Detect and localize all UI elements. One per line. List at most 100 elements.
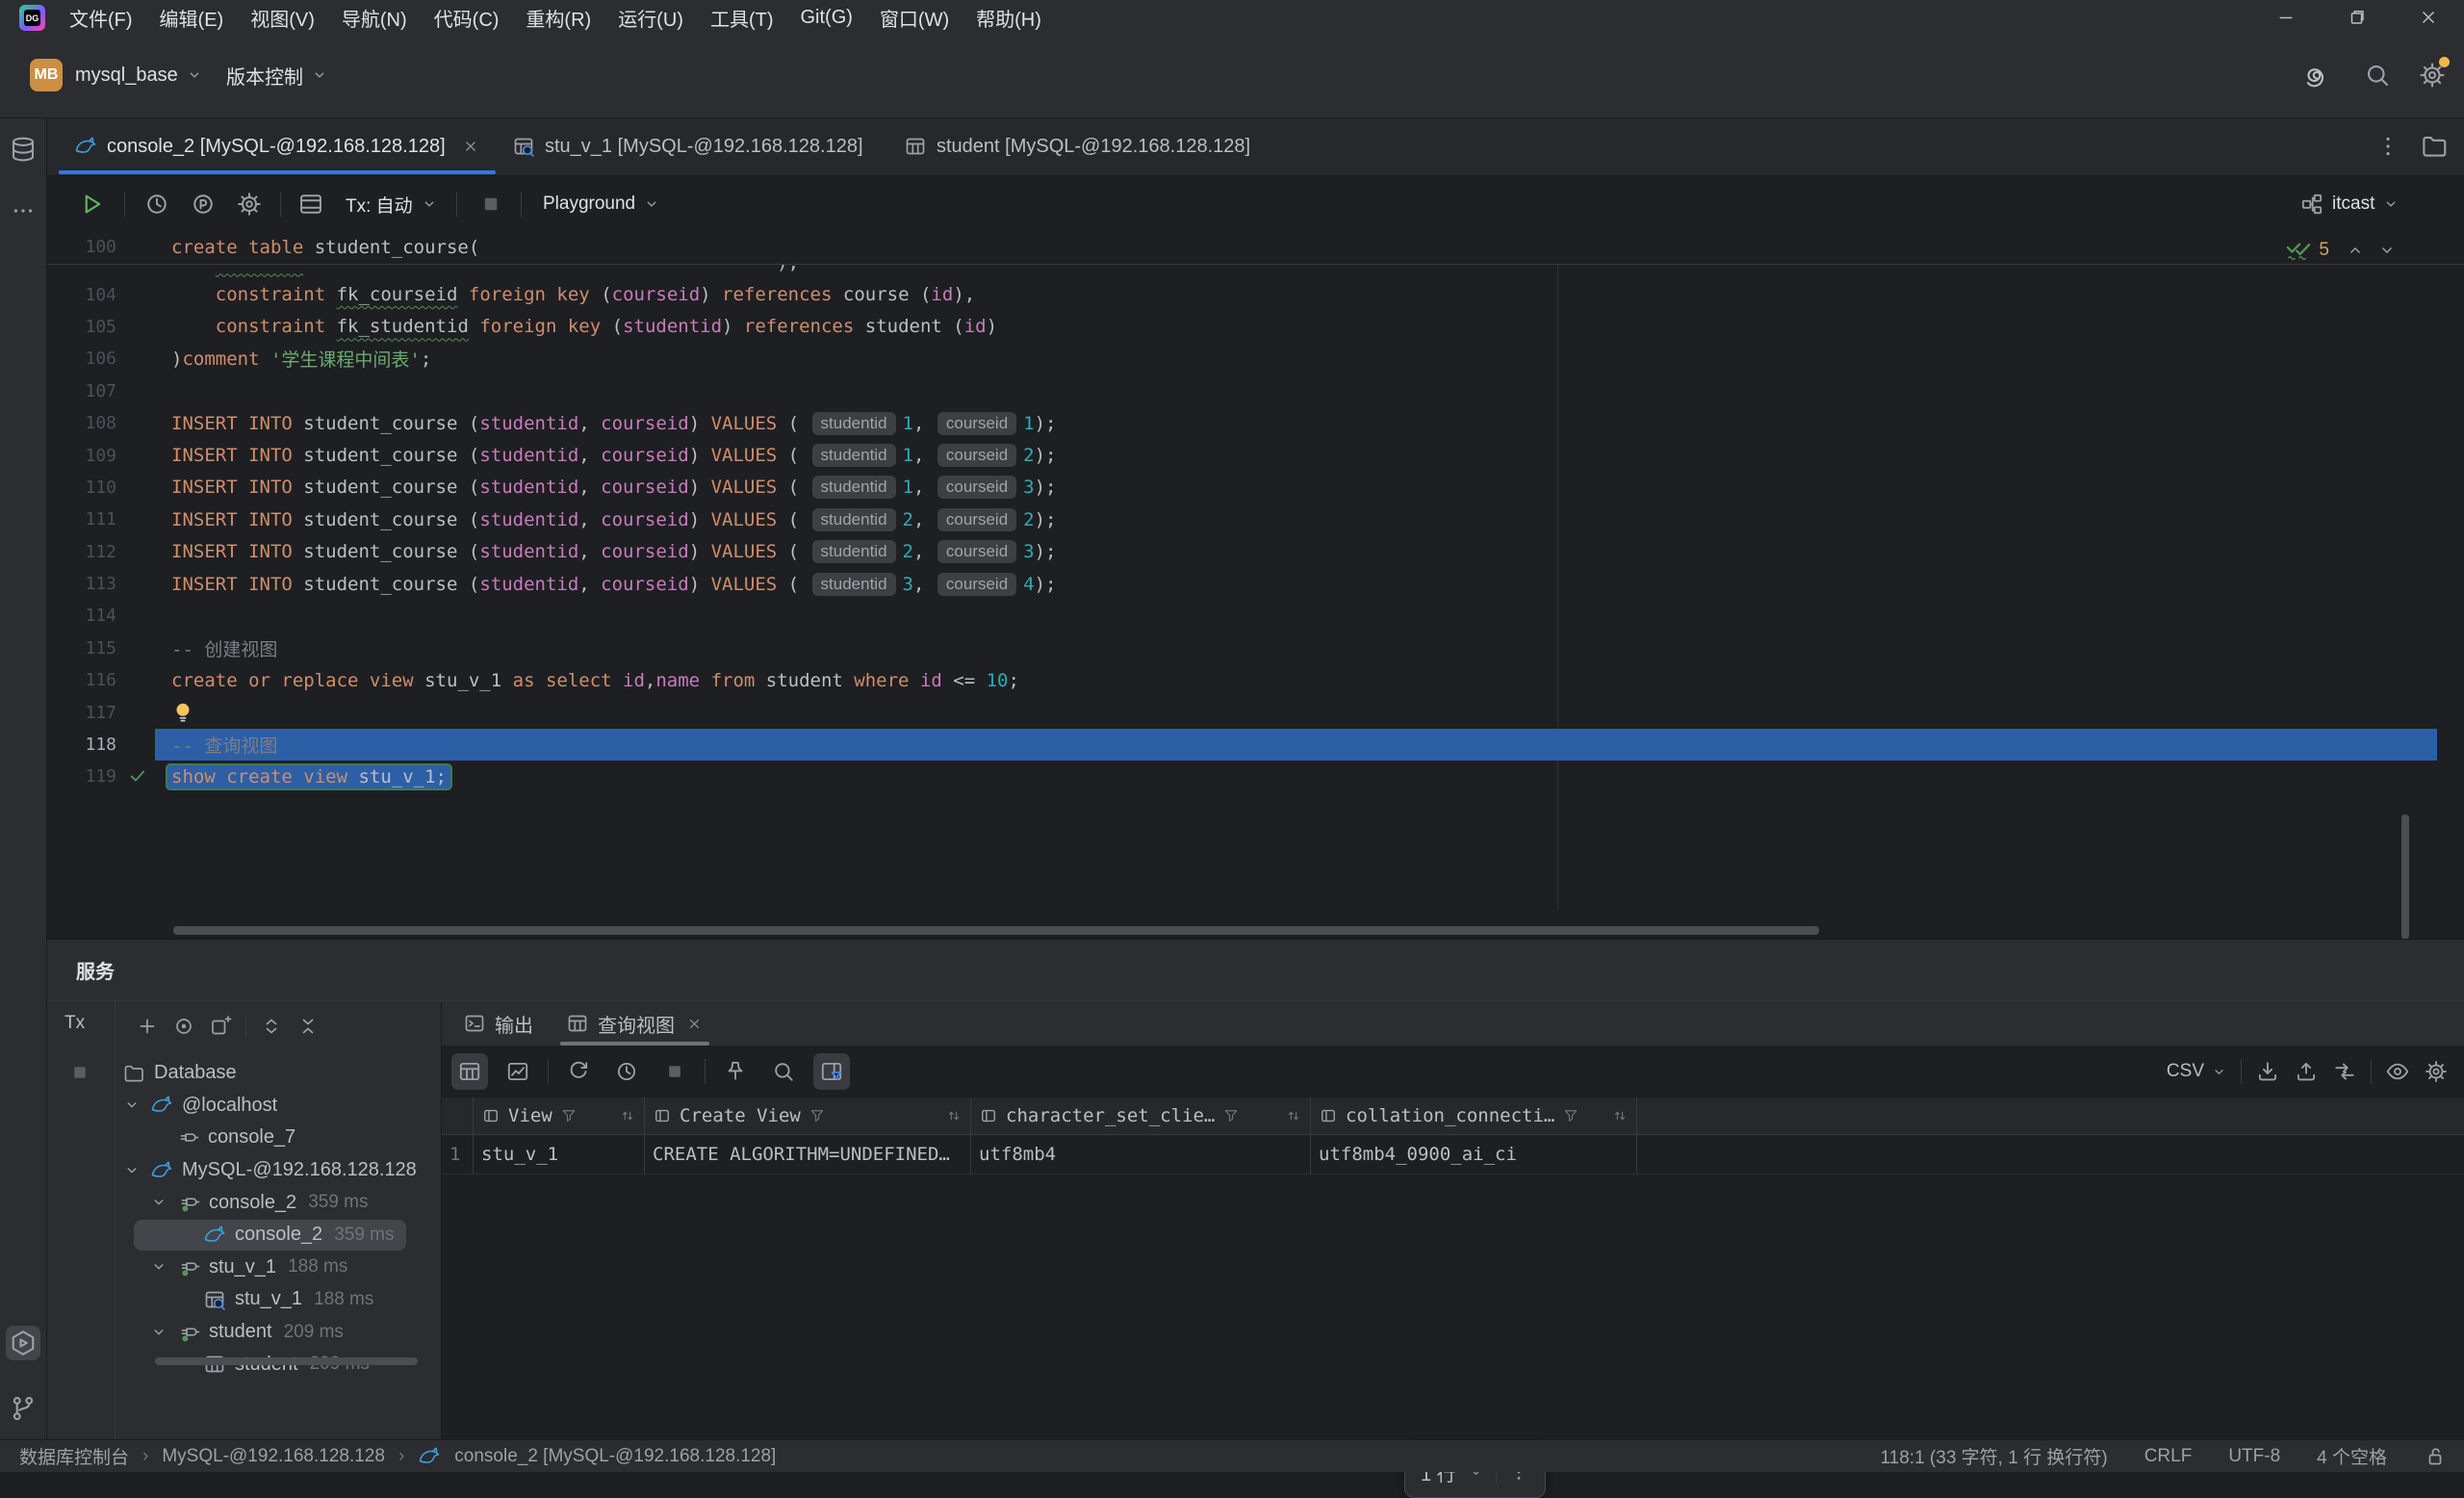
code-line[interactable]: 117: [47, 696, 2464, 728]
add-button[interactable]: [136, 1015, 159, 1038]
settings-button[interactable]: [2418, 59, 2447, 91]
line-separator[interactable]: CRLF: [2144, 1446, 2193, 1467]
compare-button[interactable]: [2332, 1059, 2357, 1084]
chevron-down-icon[interactable]: [149, 1193, 168, 1212]
tree-item-console_2[interactable]: console_2359 ms: [115, 1219, 441, 1252]
sort-icon[interactable]: [1611, 1107, 1629, 1124]
expand-all-button[interactable]: [260, 1015, 283, 1038]
chevron-down-icon[interactable]: [149, 1257, 168, 1277]
code-line[interactable]: 119show create view stu_v_1;: [47, 761, 2464, 792]
show-services-button[interactable]: [172, 1015, 195, 1038]
results-tab[interactable]: 输出: [463, 1001, 533, 1046]
breadcrumb-item[interactable]: MySQL-@192.168.128.128: [162, 1446, 385, 1467]
close-button[interactable]: [2393, 0, 2464, 35]
code-line[interactable]: 107: [47, 375, 2464, 407]
chevron-down-icon[interactable]: [122, 1161, 141, 1180]
menu-item[interactable]: Git(G): [787, 0, 866, 35]
inspections-widget[interactable]: 5: [2285, 237, 2397, 264]
filter-icon[interactable]: [560, 1107, 578, 1124]
open-console-button[interactable]: [209, 1015, 232, 1038]
parameters-button[interactable]: [190, 189, 217, 220]
grid-column-header[interactable]: Create View: [645, 1098, 971, 1134]
stop-query-button[interactable]: [656, 1053, 693, 1090]
tree-item-stu_v_1[interactable]: stu_v_1188 ms: [115, 1283, 441, 1316]
tree-item-console_2[interactable]: console_2359 ms: [115, 1186, 441, 1219]
collapse-all-button[interactable]: [296, 1015, 320, 1038]
find-button[interactable]: [765, 1053, 802, 1090]
tab-options-button[interactable]: [2375, 134, 2400, 159]
code-line[interactable]: 112INSERT INTO student_course (studentid…: [47, 536, 2464, 568]
project-selector[interactable]: mysql_base: [75, 59, 203, 91]
chevron-down-icon[interactable]: [122, 1096, 141, 1115]
menu-item[interactable]: 文件(F): [56, 0, 146, 35]
filter-icon[interactable]: [1562, 1107, 1579, 1124]
breadcrumb-item[interactable]: 数据库控制台: [19, 1443, 129, 1469]
grid-cell[interactable]: CREATE ALGORITHM=UNDEFINED…: [645, 1135, 971, 1174]
filter-icon[interactable]: [808, 1107, 826, 1124]
playground-selector[interactable]: Playground: [543, 189, 660, 220]
file-encoding[interactable]: UTF-8: [2228, 1446, 2280, 1467]
query-history-button[interactable]: [608, 1053, 645, 1090]
tx-toggle-button[interactable]: Tx: [64, 1013, 85, 1034]
pin-tab-button[interactable]: [717, 1053, 754, 1090]
export-format-selector[interactable]: CSV: [2167, 1061, 2227, 1082]
tree-item-MySQL@192.168.128.128[interactable]: MySQL-@192.168.128.128: [115, 1154, 441, 1187]
project-files-button[interactable]: [2420, 132, 2449, 161]
close-icon[interactable]: [685, 1015, 704, 1033]
chevron-down-icon[interactable]: [149, 1323, 168, 1342]
view-options-button[interactable]: [2385, 1059, 2410, 1084]
code-line[interactable]: 105 constraint fk_studentid foreign key …: [47, 311, 2464, 343]
console-settings-button[interactable]: [236, 189, 263, 220]
menu-item[interactable]: 重构(R): [512, 0, 604, 35]
menu-item[interactable]: 运行(U): [604, 0, 697, 35]
code-line[interactable]: 108INSERT INTO student_course (studentid…: [47, 407, 2464, 439]
tree-item-stu_v_1[interactable]: stu_v_1188 ms: [115, 1252, 441, 1284]
menu-item[interactable]: 导航(N): [328, 0, 421, 35]
grid-cell[interactable]: utf8mb4_0900_ai_ci: [1311, 1135, 1637, 1174]
export-download-button[interactable]: [2255, 1059, 2280, 1084]
vertical-scrollbar[interactable]: [2401, 814, 2409, 939]
in-editor-results-button[interactable]: [297, 189, 324, 220]
ai-assistant-button[interactable]: [2302, 59, 2331, 91]
tree-item-Database[interactable]: Database: [115, 1057, 441, 1090]
table-view-button[interactable]: [451, 1053, 488, 1090]
grid-column-header[interactable]: character_set_clie…: [971, 1098, 1311, 1134]
search-everywhere-button[interactable]: [2363, 59, 2392, 91]
grid-settings-button[interactable]: [2424, 1059, 2449, 1084]
breadcrumb-item[interactable]: console_2 [MySQL-@192.168.128.128]: [454, 1446, 776, 1467]
vcs-widget[interactable]: 版本控制: [226, 59, 328, 91]
code-line[interactable]: 100create table student_course(: [47, 231, 2464, 263]
editor-tab[interactable]: student [MySQL-@192.168.128.128]: [886, 118, 1268, 174]
grid-column-header[interactable]: collation_connecti…: [1311, 1098, 1637, 1134]
menu-item[interactable]: 窗口(W): [866, 0, 962, 35]
menu-item[interactable]: 工具(T): [697, 0, 787, 35]
history-button[interactable]: [143, 189, 170, 220]
code-line[interactable]: 115-- 创建视图: [47, 633, 2464, 664]
maximize-button[interactable]: [2322, 0, 2393, 35]
tree-item-@localhost[interactable]: @localhost: [115, 1090, 441, 1123]
stop-button[interactable]: [478, 189, 503, 220]
menu-item[interactable]: 视图(V): [237, 0, 328, 35]
close-icon[interactable]: [461, 137, 480, 156]
indent-style[interactable]: 4 个空格: [2317, 1443, 2387, 1469]
code-line[interactable]: 116create or replace view stu_v_1 as sel…: [47, 664, 2464, 696]
sort-icon[interactable]: [1285, 1107, 1302, 1124]
code-line[interactable]: 118-- 查询视图: [47, 729, 2464, 761]
intention-bulb-icon[interactable]: [170, 700, 195, 725]
grid-cell[interactable]: utf8mb4: [971, 1135, 1311, 1174]
code-line[interactable]: 104 constraint fk_courseid foreign key (…: [47, 278, 2464, 310]
editor-tab[interactable]: stu_v_1 [MySQL-@192.168.128.128]: [495, 118, 881, 174]
git-toolwindow-button[interactable]: [6, 1391, 40, 1426]
code-line[interactable]: 110INSERT INTO student_course (studentid…: [47, 472, 2464, 504]
unlock-icon[interactable]: [2424, 1445, 2447, 1468]
reload-button[interactable]: [560, 1053, 597, 1090]
sort-icon[interactable]: [945, 1107, 962, 1124]
menu-item[interactable]: 编辑(E): [146, 0, 238, 35]
minimize-button[interactable]: [2250, 0, 2322, 35]
run-button[interactable]: [78, 189, 105, 220]
import-upload-button[interactable]: [2294, 1059, 2319, 1084]
stop-all-button[interactable]: [68, 1061, 91, 1084]
grid-column-header[interactable]: View: [474, 1098, 645, 1134]
grid-cell[interactable]: stu_v_1: [474, 1135, 645, 1174]
services-toolwindow-button[interactable]: [6, 1326, 40, 1360]
